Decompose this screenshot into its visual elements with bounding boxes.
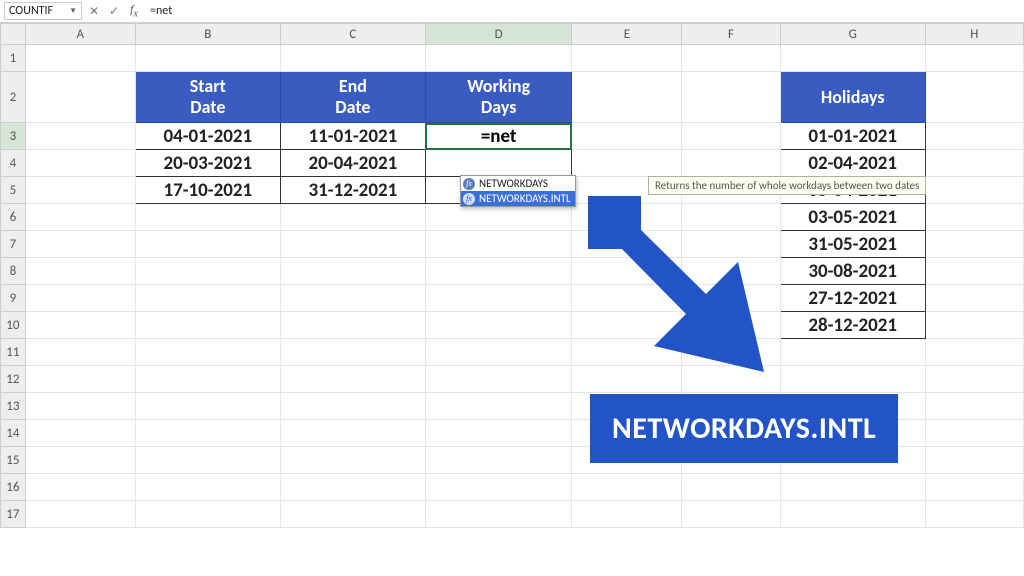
- autocomplete-item[interactable]: fx NETWORKDAYS: [461, 176, 575, 191]
- col-header-C[interactable]: C: [280, 24, 425, 45]
- cell-B4[interactable]: 20-03-2021: [135, 150, 280, 177]
- formula-bar-input[interactable]: =net: [144, 3, 1024, 19]
- cell-B3[interactable]: 04-01-2021: [135, 123, 280, 150]
- col-header-E[interactable]: E: [572, 24, 682, 45]
- select-all-corner[interactable]: [1, 24, 26, 45]
- cell-D3-editing[interactable]: =net: [425, 123, 572, 150]
- row-header-3[interactable]: 3: [1, 123, 26, 150]
- col-header-B[interactable]: B: [135, 24, 280, 45]
- table-header-start: Start Date: [135, 72, 280, 123]
- holiday-cell[interactable]: 02-04-2021: [780, 150, 925, 177]
- row-header-1[interactable]: 1: [1, 45, 26, 72]
- fx-icon[interactable]: fx: [124, 2, 144, 19]
- holiday-cell[interactable]: 28-12-2021: [780, 312, 925, 339]
- col-header-G[interactable]: G: [780, 24, 925, 45]
- row-header-14[interactable]: 14: [1, 420, 26, 447]
- row-header-5[interactable]: 5: [1, 177, 26, 204]
- row-header-16[interactable]: 16: [1, 474, 26, 501]
- fx-icon: fx: [463, 193, 475, 205]
- row-header-8[interactable]: 8: [1, 258, 26, 285]
- autocomplete-label: NETWORKDAYS.INTL: [479, 192, 571, 205]
- cell-C5[interactable]: 31-12-2021: [280, 177, 425, 204]
- holiday-cell[interactable]: 31-05-2021: [780, 231, 925, 258]
- col-header-A[interactable]: A: [25, 24, 135, 45]
- row-header-15[interactable]: 15: [1, 447, 26, 474]
- row-header-17[interactable]: 17: [1, 501, 26, 528]
- row-header-7[interactable]: 7: [1, 231, 26, 258]
- name-box[interactable]: COUNTIF ▼: [4, 2, 82, 20]
- holiday-cell[interactable]: 30-08-2021: [780, 258, 925, 285]
- cell-C3[interactable]: 11-01-2021: [280, 123, 425, 150]
- row-header-9[interactable]: 9: [1, 285, 26, 312]
- col-header-D[interactable]: D: [425, 24, 572, 45]
- col-header-F[interactable]: F: [682, 24, 780, 45]
- row-header-4[interactable]: 4: [1, 150, 26, 177]
- row-header-2[interactable]: 2: [1, 72, 26, 123]
- fx-icon: fx: [463, 178, 475, 190]
- col-header-H[interactable]: H: [925, 24, 1023, 45]
- cell-D4[interactable]: [425, 150, 572, 177]
- enter-formula-button[interactable]: ✓: [104, 4, 124, 19]
- table-header-work: Working Days: [425, 72, 572, 123]
- formula-autocomplete[interactable]: fx NETWORKDAYS fx NETWORKDAYS.INTL: [460, 175, 576, 207]
- holidays-header: Holidays: [780, 72, 925, 123]
- cell-B5[interactable]: 17-10-2021: [135, 177, 280, 204]
- holiday-cell[interactable]: 27-12-2021: [780, 285, 925, 312]
- row-header-11[interactable]: 11: [1, 339, 26, 366]
- holiday-cell[interactable]: 01-01-2021: [780, 123, 925, 150]
- name-box-value: COUNTIF: [9, 4, 53, 18]
- row-header-10[interactable]: 10: [1, 312, 26, 339]
- cancel-formula-button[interactable]: ✕: [84, 4, 104, 19]
- autocomplete-item-selected[interactable]: fx NETWORKDAYS.INTL: [461, 191, 575, 206]
- chevron-down-icon[interactable]: ▼: [69, 6, 77, 16]
- row-header-13[interactable]: 13: [1, 393, 26, 420]
- banner-overlay: NETWORKDAYS.INTL: [590, 394, 898, 463]
- row-header-6[interactable]: 6: [1, 204, 26, 231]
- holiday-cell[interactable]: 03-05-2021: [780, 204, 925, 231]
- table-header-end: End Date: [280, 72, 425, 123]
- autocomplete-tooltip: Returns the number of whole workdays bet…: [648, 176, 926, 195]
- row-header-12[interactable]: 12: [1, 366, 26, 393]
- autocomplete-label: NETWORKDAYS: [479, 177, 548, 190]
- formula-bar: COUNTIF ▼ ✕ ✓ fx =net: [0, 0, 1024, 23]
- cell-C4[interactable]: 20-04-2021: [280, 150, 425, 177]
